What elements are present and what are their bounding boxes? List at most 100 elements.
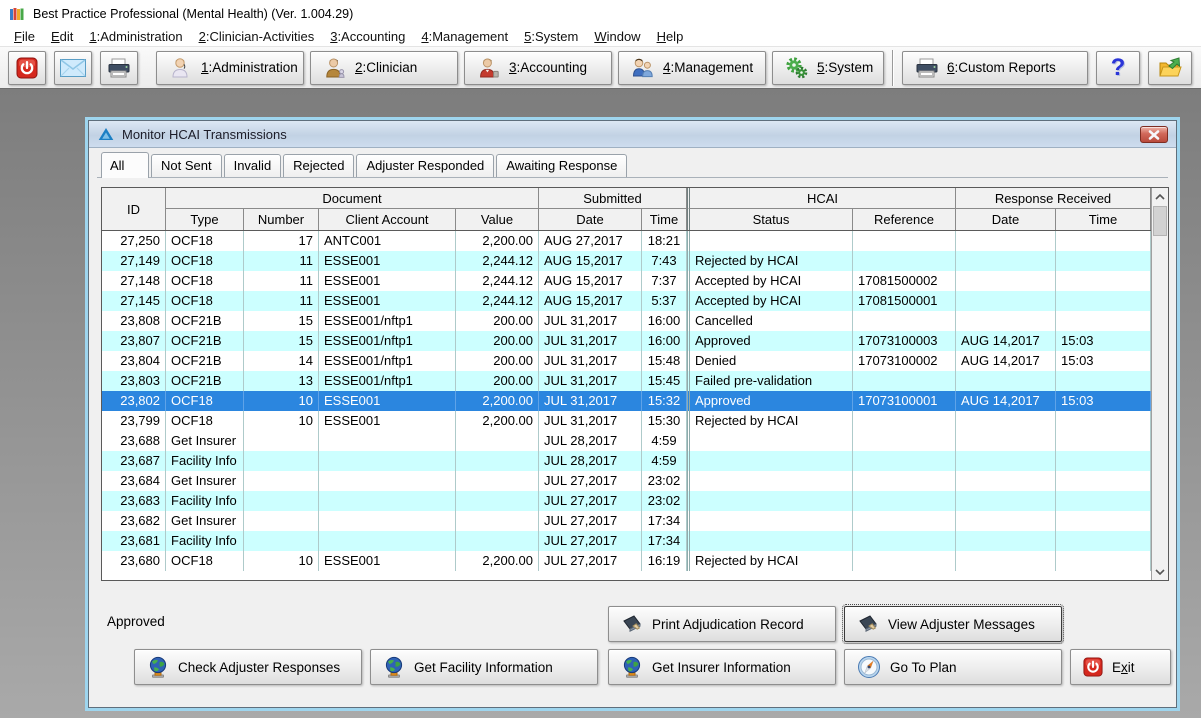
cell-id: 23,803 (102, 371, 166, 391)
cell-number: 15 (244, 311, 319, 331)
open-folder-button[interactable] (1148, 51, 1192, 85)
cell-type: Get Insurer (166, 511, 244, 531)
cell-submitted-time: 15:32 (642, 391, 687, 411)
view-adjuster-messages-button[interactable]: View Adjuster Messages (844, 606, 1062, 642)
cell-number: 10 (244, 391, 319, 411)
scroll-up-icon[interactable] (1152, 188, 1168, 205)
cell-number (244, 471, 319, 491)
management-people-icon (631, 56, 655, 80)
cell-number: 15 (244, 331, 319, 351)
table-row[interactable]: 23,683Facility InfoJUL 27,201723:02 (102, 491, 1151, 511)
cell-response-date (956, 471, 1056, 491)
mail-icon (60, 59, 86, 77)
tab-rejected[interactable]: Rejected (283, 154, 354, 177)
cell-response-time (1056, 551, 1151, 571)
table-row[interactable]: 23,799OCF1810ESSE0012,200.00JUL 31,20171… (102, 411, 1151, 431)
check-adjuster-responses-button[interactable]: Check Adjuster Responses (134, 649, 362, 685)
tab-invalid[interactable]: Invalid (224, 154, 282, 177)
menu-system[interactable]: 5:System (516, 28, 586, 47)
get-insurer-information-button[interactable]: Get Insurer Information (608, 649, 836, 685)
cell-hcai-reference: 17081500002 (853, 271, 956, 291)
cell-response-time (1056, 451, 1151, 471)
cell-response-date: AUG 14,2017 (956, 331, 1056, 351)
dialog-logo-icon (98, 127, 114, 141)
cell-type: OCF18 (166, 391, 244, 411)
mail-button[interactable] (54, 51, 92, 85)
cell-value: 200.00 (456, 331, 539, 351)
tab-all[interactable]: All (101, 152, 149, 178)
table-row[interactable]: 23,803OCF21B13ESSE001/nftp1200.00JUL 31,… (102, 371, 1151, 391)
scroll-down-icon[interactable] (1152, 563, 1168, 580)
cell-submitted-time: 18:21 (642, 231, 687, 251)
table-row[interactable]: 23,804OCF21B14ESSE001/nftp1200.00JUL 31,… (102, 351, 1151, 371)
cell-id: 27,149 (102, 251, 166, 271)
menu-accounting[interactable]: 3:Accounting (322, 28, 413, 47)
menu-window[interactable]: Window (586, 28, 648, 47)
cell-submitted-time: 4:59 (642, 431, 687, 451)
cell-number: 11 (244, 291, 319, 311)
table-row[interactable]: 23,684Get InsurerJUL 27,201723:02 (102, 471, 1151, 491)
table-row[interactable]: 23,682Get InsurerJUL 27,201717:34 (102, 511, 1151, 531)
printer-icon (915, 58, 939, 78)
menu-clinician-activities[interactable]: 2:Clinician-Activities (191, 28, 323, 47)
table-row[interactable]: 23,680OCF1810ESSE0012,200.00JUL 27,20171… (102, 551, 1151, 571)
cell-number: 10 (244, 411, 319, 431)
toolbar-custom-reports-button[interactable]: 6:Custom Reports (902, 51, 1088, 85)
cell-client-account: ESSE001/nftp1 (319, 331, 456, 351)
table-row[interactable]: 27,149OCF1811ESSE0012,244.12AUG 15,20177… (102, 251, 1151, 271)
help-button[interactable]: ? (1096, 51, 1140, 85)
toolbar-management-button[interactable]: 4:Management (618, 51, 766, 85)
print-button[interactable] (100, 51, 138, 85)
cell-submitted-time: 15:45 (642, 371, 687, 391)
menu-help[interactable]: Help (649, 28, 692, 47)
toolbar-administration-button[interactable]: 1:Administration (156, 51, 304, 85)
cell-hcai-reference (853, 551, 956, 571)
cell-response-date (956, 491, 1056, 511)
table-row[interactable]: 23,687Facility InfoJUL 28,20174:59 (102, 451, 1151, 471)
table-row[interactable]: 27,145OCF1811ESSE0012,244.12AUG 15,20175… (102, 291, 1151, 311)
cell-number: 13 (244, 371, 319, 391)
cell-hcai-status (687, 451, 853, 471)
cell-value (456, 451, 539, 471)
cell-hcai-status (687, 431, 853, 451)
table-row[interactable]: 27,148OCF1811ESSE0012,244.12AUG 15,20177… (102, 271, 1151, 291)
print-adjudication-record-button[interactable]: Print Adjudication Record (608, 606, 836, 642)
power-button[interactable] (8, 51, 46, 85)
get-facility-information-button[interactable]: Get Facility Information (370, 649, 598, 685)
menu-administration[interactable]: 1:Administration (81, 28, 190, 47)
menu-edit[interactable]: Edit (43, 28, 81, 47)
cell-response-date (956, 431, 1056, 451)
table-row[interactable]: 23,681Facility InfoJUL 27,201717:34 (102, 531, 1151, 551)
app-icon (9, 6, 25, 22)
menu-file[interactable]: File (6, 28, 43, 47)
table-row[interactable]: 27,250OCF1817ANTC0012,200.00AUG 27,20171… (102, 231, 1151, 251)
close-button[interactable] (1140, 126, 1168, 143)
tab-awaiting-response[interactable]: Awaiting Response (496, 154, 627, 177)
cell-submitted-date: JUL 28,2017 (539, 451, 642, 471)
compass-icon (857, 655, 881, 679)
toolbar-clinician-button[interactable]: 2:Clinician (310, 51, 458, 85)
power-icon (16, 57, 38, 79)
dialog-titlebar[interactable]: Monitor HCAI Transmissions (89, 121, 1176, 148)
cell-submitted-date: JUL 27,2017 (539, 531, 642, 551)
toolbar-system-button[interactable]: 5:System (772, 51, 884, 85)
exit-button[interactable]: Exit (1070, 649, 1171, 685)
cell-type: Facility Info (166, 491, 244, 511)
scrollbar-thumb[interactable] (1153, 206, 1167, 236)
cell-value: 2,200.00 (456, 411, 539, 431)
vertical-scrollbar[interactable] (1151, 188, 1168, 580)
table-row[interactable]: 23,808OCF21B15ESSE001/nftp1200.00JUL 31,… (102, 311, 1151, 331)
toolbar-accounting-button[interactable]: 3:Accounting (464, 51, 612, 85)
tab-not-sent[interactable]: Not Sent (151, 154, 222, 177)
cell-type: OCF18 (166, 551, 244, 571)
window-titlebar[interactable]: Best Practice Professional (Mental Healt… (0, 0, 1201, 28)
cell-submitted-time: 17:34 (642, 531, 687, 551)
menu-management[interactable]: 4:Management (413, 28, 516, 47)
table-row[interactable]: 23,802OCF1810ESSE0012,200.00JUL 31,20171… (102, 391, 1151, 411)
table-row[interactable]: 23,688Get InsurerJUL 28,20174:59 (102, 431, 1151, 451)
go-to-plan-button[interactable]: Go To Plan (844, 649, 1062, 685)
cell-submitted-time: 4:59 (642, 451, 687, 471)
tab-adjuster-responded[interactable]: Adjuster Responded (356, 154, 494, 177)
cell-submitted-time: 23:02 (642, 491, 687, 511)
table-row[interactable]: 23,807OCF21B15ESSE001/nftp1200.00JUL 31,… (102, 331, 1151, 351)
